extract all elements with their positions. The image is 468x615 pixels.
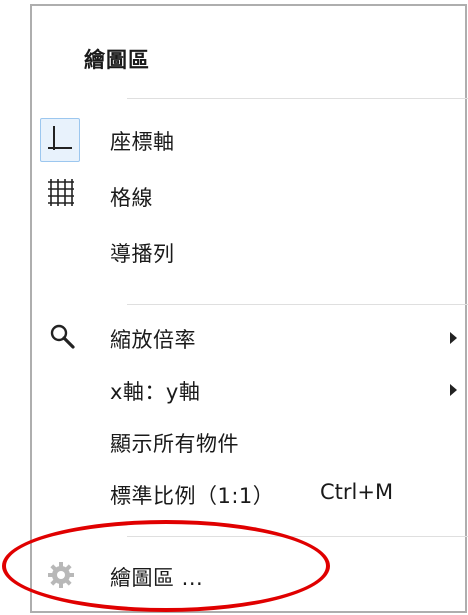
menu-item-label: x軸：y軸	[110, 380, 201, 404]
menu-item-label: 座標軸	[110, 130, 175, 154]
submenu-arrow-icon	[450, 384, 457, 396]
menu-item-axes[interactable]: 座標軸	[32, 118, 465, 162]
menu-item-navigation-bar[interactable]: 導播列	[32, 230, 465, 274]
submenu-arrow-icon	[450, 332, 457, 344]
context-menu: 繪圖區 座標軸 格線 導播列 縮放倍率 x軸：y軸 顯示所有物件 標準比例（1:…	[30, 4, 468, 613]
menu-item-label: 導播列	[110, 242, 175, 266]
menu-divider	[127, 304, 468, 305]
magnifier-icon	[50, 324, 75, 349]
menu-item-standard-view[interactable]: 標準比例（1:1） Ctrl+M	[32, 472, 465, 516]
menu-item-axis-ratio[interactable]: x軸：y軸	[32, 368, 465, 412]
menu-item-zoom[interactable]: 縮放倍率	[32, 316, 465, 360]
menu-item-show-all-objects[interactable]: 顯示所有物件	[32, 420, 465, 464]
grid-icon	[48, 179, 74, 206]
menu-title: 繪圖區	[84, 48, 150, 72]
menu-item-label: 標準比例（1:1）	[110, 484, 275, 508]
menu-item-label: 格線	[110, 186, 153, 210]
menu-item-grid[interactable]: 格線	[32, 174, 465, 218]
menu-item-label: 顯示所有物件	[110, 432, 239, 456]
highlight-annotation	[2, 520, 330, 612]
menu-item-label: 縮放倍率	[110, 328, 196, 352]
shortcut-label: Ctrl+M	[320, 480, 394, 504]
axes-icon	[48, 126, 72, 150]
menu-divider	[127, 98, 468, 99]
